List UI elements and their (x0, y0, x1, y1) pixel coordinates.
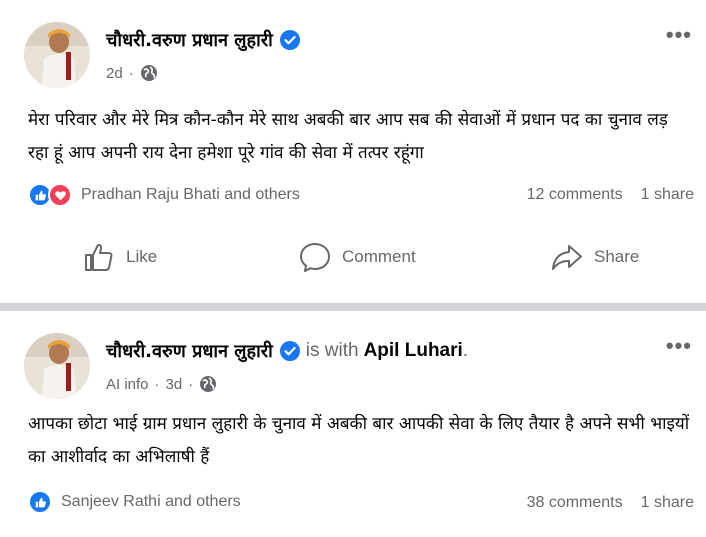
post-actions-bar: Like Comment Share (0, 240, 706, 288)
tagged-person[interactable]: Apil Luhari (364, 340, 463, 362)
post-card: चौधरी.वरुण प्रधान लुहारी 2d · ••• मेरा प… (0, 0, 706, 303)
tagged-period: . (462, 340, 469, 361)
thumbs-up-icon (85, 243, 113, 271)
like-button[interactable]: Like (82, 240, 157, 274)
verified-badge-icon (279, 30, 300, 50)
shares-count[interactable]: 1 share (641, 494, 694, 512)
post-timestamp[interactable]: 2d (106, 65, 123, 82)
love-reaction-icon (48, 183, 72, 207)
reactions-summary[interactable]: Pradhan Raju Bhati and others (28, 183, 300, 207)
author-name[interactable]: चौधरी.वरुण प्रधान लुहारी (106, 339, 273, 363)
meta-separator: · (188, 375, 194, 393)
reactions-text: Pradhan Raju Bhati and others (81, 186, 300, 203)
meta-separator: · (128, 64, 134, 82)
reactions-summary[interactable]: Sanjeev Rathi and others (28, 490, 241, 514)
shares-count[interactable]: 1 share (641, 186, 694, 204)
comment-bubble-icon (300, 243, 330, 272)
author-avatar[interactable] (24, 333, 90, 399)
more-options-button[interactable]: ••• (666, 333, 692, 359)
meta-separator: · (154, 375, 160, 393)
verified-badge-icon (279, 341, 300, 361)
more-options-button[interactable]: ••• (666, 22, 692, 48)
author-name[interactable]: चौधरी.वरुण प्रधान लुहारी (106, 28, 273, 52)
share-label: Share (594, 247, 640, 266)
share-button[interactable]: Share (550, 240, 639, 274)
ai-info-link[interactable]: AI info (106, 376, 149, 393)
reactions-text: Sanjeev Rathi and others (61, 493, 241, 510)
author-avatar[interactable] (24, 22, 90, 88)
post-card: चौधरी.वरुण प्रधान लुहारी is with Apil Lu… (0, 311, 706, 537)
post-text: आपका छोटा भाई ग्राम प्रधान लुहारी के चुन… (28, 414, 690, 467)
share-arrow-icon (552, 245, 582, 270)
avatar-photo (24, 22, 90, 88)
globe-icon (140, 65, 157, 81)
globe-icon (200, 376, 217, 392)
comments-count[interactable]: 38 comments (527, 494, 623, 512)
like-label: Like (126, 247, 158, 266)
comments-count[interactable]: 12 comments (527, 186, 623, 204)
post-timestamp[interactable]: 3d (166, 376, 183, 393)
with-text: is with (305, 340, 359, 361)
avatar-photo (24, 333, 90, 399)
comment-label: Comment (342, 247, 416, 266)
post-divider (0, 303, 706, 311)
like-reaction-icon (28, 490, 52, 514)
post-text: मेरा परिवार और मेरे मित्र कौन-कौन मेरे स… (28, 110, 668, 163)
comment-button[interactable]: Comment (298, 240, 416, 274)
